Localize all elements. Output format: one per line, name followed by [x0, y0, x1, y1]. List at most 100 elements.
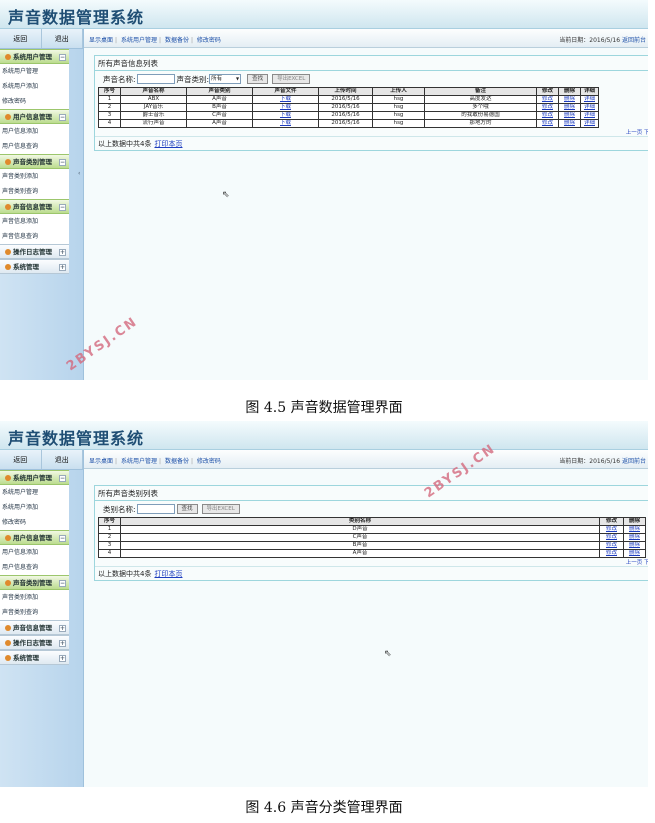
- sidebar-toggle-icon[interactable]: ‹: [78, 170, 83, 184]
- sidebar-section[interactable]: 系统管理 +: [0, 259, 69, 274]
- link-user-manage[interactable]: 系统用户管理: [121, 458, 157, 465]
- collapse-icon[interactable]: −: [59, 580, 66, 587]
- cell-link[interactable]: 下载: [280, 113, 291, 119]
- cell-link[interactable]: 删除: [564, 113, 575, 119]
- collapse-icon[interactable]: −: [59, 54, 66, 61]
- sidebar-item[interactable]: 声音类别查询: [0, 605, 69, 620]
- export-excel-button[interactable]: 导出EXCEL: [272, 74, 311, 84]
- collapse-icon[interactable]: −: [59, 475, 66, 482]
- cell-link[interactable]: 删除: [629, 535, 640, 541]
- cell-link[interactable]: 删除: [629, 551, 640, 557]
- logout-button[interactable]: 退出: [42, 29, 83, 48]
- cell-link[interactable]: 详细: [584, 97, 595, 103]
- sidebar-section[interactable]: 操作日志管理 +: [0, 244, 69, 259]
- return-frontend-link[interactable]: 返回前台: [622, 37, 646, 44]
- link-desktop[interactable]: 显示桌面: [89, 37, 113, 44]
- collapse-icon[interactable]: −: [59, 204, 66, 211]
- cell-link[interactable]: 修改: [606, 551, 617, 557]
- sidebar-item[interactable]: 用户信息查询: [0, 560, 69, 575]
- cell-link[interactable]: 修改: [606, 527, 617, 533]
- pager[interactable]: 上一页 下一: [95, 558, 648, 566]
- section-label: 系统管理: [13, 654, 39, 662]
- return-frontend-link[interactable]: 返回前台: [622, 458, 646, 465]
- cell-link[interactable]: 修改: [606, 535, 617, 541]
- sidebar-item[interactable]: 系统用户管理: [0, 485, 69, 500]
- cell-link[interactable]: 详细: [584, 121, 595, 127]
- expand-icon[interactable]: +: [59, 249, 66, 256]
- table-cell: C声音: [119, 533, 601, 542]
- link-backup[interactable]: 数据备份: [165, 37, 189, 44]
- sidebar-section[interactable]: 用户信息管理 −: [0, 109, 69, 124]
- cell-link[interactable]: 修改: [542, 105, 553, 111]
- expand-icon[interactable]: +: [59, 625, 66, 632]
- sidebar-item[interactable]: 修改密码: [0, 94, 69, 109]
- cell-link[interactable]: 下载: [280, 97, 291, 103]
- sound-type-select[interactable]: 所有: [209, 74, 242, 84]
- cell-link[interactable]: 修改: [542, 113, 553, 119]
- sidebar-section[interactable]: 系统用户管理 −: [0, 49, 69, 64]
- cell-link[interactable]: 下载: [280, 105, 291, 111]
- export-excel-button[interactable]: 导出EXCEL: [201, 504, 240, 514]
- link-user-manage[interactable]: 系统用户管理: [121, 37, 157, 44]
- sidebar-item[interactable]: 声音类别查询: [0, 184, 69, 199]
- sidebar-item[interactable]: 用户信息查询: [0, 139, 69, 154]
- table-cell: A声音: [186, 95, 253, 104]
- sidebar-section[interactable]: 用户信息管理 −: [0, 530, 69, 545]
- search-button[interactable]: 查找: [247, 74, 269, 84]
- cell-link[interactable]: 修改: [542, 121, 553, 127]
- table-cell: 修改: [536, 103, 559, 112]
- sidebar-section[interactable]: 声音类别管理 −: [0, 575, 69, 590]
- table-cell: 修改: [536, 119, 559, 128]
- sidebar-section[interactable]: 系统用户管理 −: [0, 470, 69, 485]
- back-button[interactable]: 返回: [0, 450, 42, 469]
- sidebar-item[interactable]: 声音类别添加: [0, 590, 69, 605]
- logout-button[interactable]: 退出: [42, 450, 83, 469]
- table-cell: 修改: [599, 525, 624, 534]
- link-backup[interactable]: 数据备份: [165, 458, 189, 465]
- cell-link[interactable]: 删除: [629, 543, 640, 549]
- table-cell: 3: [98, 541, 121, 550]
- sidebar-item[interactable]: 用户信息添加: [0, 545, 69, 560]
- print-page-link[interactable]: 打印本页: [154, 140, 182, 148]
- cell-link[interactable]: 详细: [584, 113, 595, 119]
- back-button[interactable]: 返回: [0, 29, 42, 48]
- cell-link[interactable]: 修改: [606, 543, 617, 549]
- collapse-icon[interactable]: −: [59, 535, 66, 542]
- sidebar-section[interactable]: 声音类别管理 −: [0, 154, 69, 169]
- category-name-input[interactable]: [136, 504, 175, 514]
- sidebar-item[interactable]: 声音信息查询: [0, 229, 69, 244]
- sidebar-section[interactable]: 系统管理 +: [0, 650, 69, 665]
- expand-icon[interactable]: +: [59, 640, 66, 647]
- cell-link[interactable]: 删除: [564, 105, 575, 111]
- sidebar-item[interactable]: 声音类别添加: [0, 169, 69, 184]
- sidebar-section[interactable]: 声音信息管理 −: [0, 199, 69, 214]
- cell-link[interactable]: 下载: [280, 121, 291, 127]
- pager[interactable]: 上一页 下一: [95, 128, 648, 136]
- search-type-label: 声音类别:: [176, 74, 210, 84]
- cell-link[interactable]: 删除: [564, 97, 575, 103]
- sidebar-item[interactable]: 系统用户添加: [0, 79, 69, 94]
- collapse-icon[interactable]: −: [59, 114, 66, 121]
- sidebar-item[interactable]: 声音信息添加: [0, 214, 69, 229]
- sidebar-item[interactable]: 系统用户管理: [0, 64, 69, 79]
- sidebar-item[interactable]: 用户信息添加: [0, 124, 69, 139]
- search-button[interactable]: 查找: [176, 504, 198, 514]
- link-change-password[interactable]: 修改密码: [197, 37, 221, 44]
- cell-link[interactable]: 详细: [584, 105, 595, 111]
- sidebar-item[interactable]: 修改密码: [0, 515, 69, 530]
- collapse-icon[interactable]: −: [59, 159, 66, 166]
- cell-link[interactable]: 删除: [564, 121, 575, 127]
- cell-link[interactable]: 修改: [542, 97, 553, 103]
- expand-icon[interactable]: +: [59, 264, 66, 271]
- sound-name-input[interactable]: [136, 74, 175, 84]
- sidebar-section[interactable]: 声音信息管理 +: [0, 620, 69, 635]
- cell-link[interactable]: 删除: [629, 527, 640, 533]
- table-cell: 下载: [252, 111, 319, 120]
- sidebar-section[interactable]: 操作日志管理 +: [0, 635, 69, 650]
- sidebar-item[interactable]: 系统用户添加: [0, 500, 69, 515]
- link-desktop[interactable]: 显示桌面: [89, 458, 113, 465]
- print-page-link[interactable]: 打印本页: [154, 570, 182, 578]
- link-change-password[interactable]: 修改密码: [197, 458, 221, 465]
- column-header: 备注: [424, 87, 537, 96]
- expand-icon[interactable]: +: [59, 655, 66, 662]
